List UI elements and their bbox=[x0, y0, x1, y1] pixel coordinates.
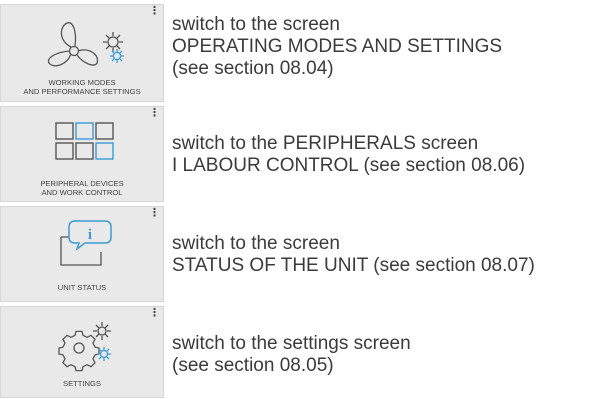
settings-tile[interactable]: ⋮ SETTINGS bbox=[0, 306, 164, 398]
tile-label: PERIPHERAL DEVICES AND WORK CONTROL bbox=[40, 179, 124, 197]
working-modes-tile[interactable]: ⋮ WORKING MODES AND PERFORMANCE SETTINGS bbox=[0, 4, 164, 102]
svg-text:i: i bbox=[88, 227, 92, 243]
tile-label: UNIT STATUS bbox=[57, 283, 107, 292]
tile-label: SETTINGS bbox=[63, 379, 101, 388]
unit-status-tile[interactable]: ⋮ i UNIT STATUS bbox=[0, 206, 164, 302]
menu-row-working-modes: ⋮ WORKING MODES AND PERFORMANCE SETTINGS… bbox=[0, 4, 591, 102]
peripherals-description: switch to the PERIPHERALS screen I LABOU… bbox=[172, 133, 526, 176]
menu-row-peripherals: ⋮ PERIPHERAL DEVICES AND WORK CONTROL sw… bbox=[0, 106, 591, 202]
working-modes-description: switch to the screen OPERATING MODES AND… bbox=[172, 14, 503, 79]
menu-row-settings: ⋮ SETTINGS switch to the settings screen… bbox=[0, 306, 591, 398]
unit-status-description: switch to the screen STATUS OF THE UNIT … bbox=[172, 233, 535, 276]
tile-label: WORKING MODES AND PERFORMANCE SETTINGS bbox=[23, 78, 141, 96]
peripherals-tile[interactable]: ⋮ PERIPHERAL DEVICES AND WORK CONTROL bbox=[0, 106, 164, 202]
settings-description: switch to the settings screen (see secti… bbox=[172, 333, 411, 376]
menu-row-unit-status: ⋮ i UNIT STATUS switch to the screen STA… bbox=[0, 206, 591, 302]
